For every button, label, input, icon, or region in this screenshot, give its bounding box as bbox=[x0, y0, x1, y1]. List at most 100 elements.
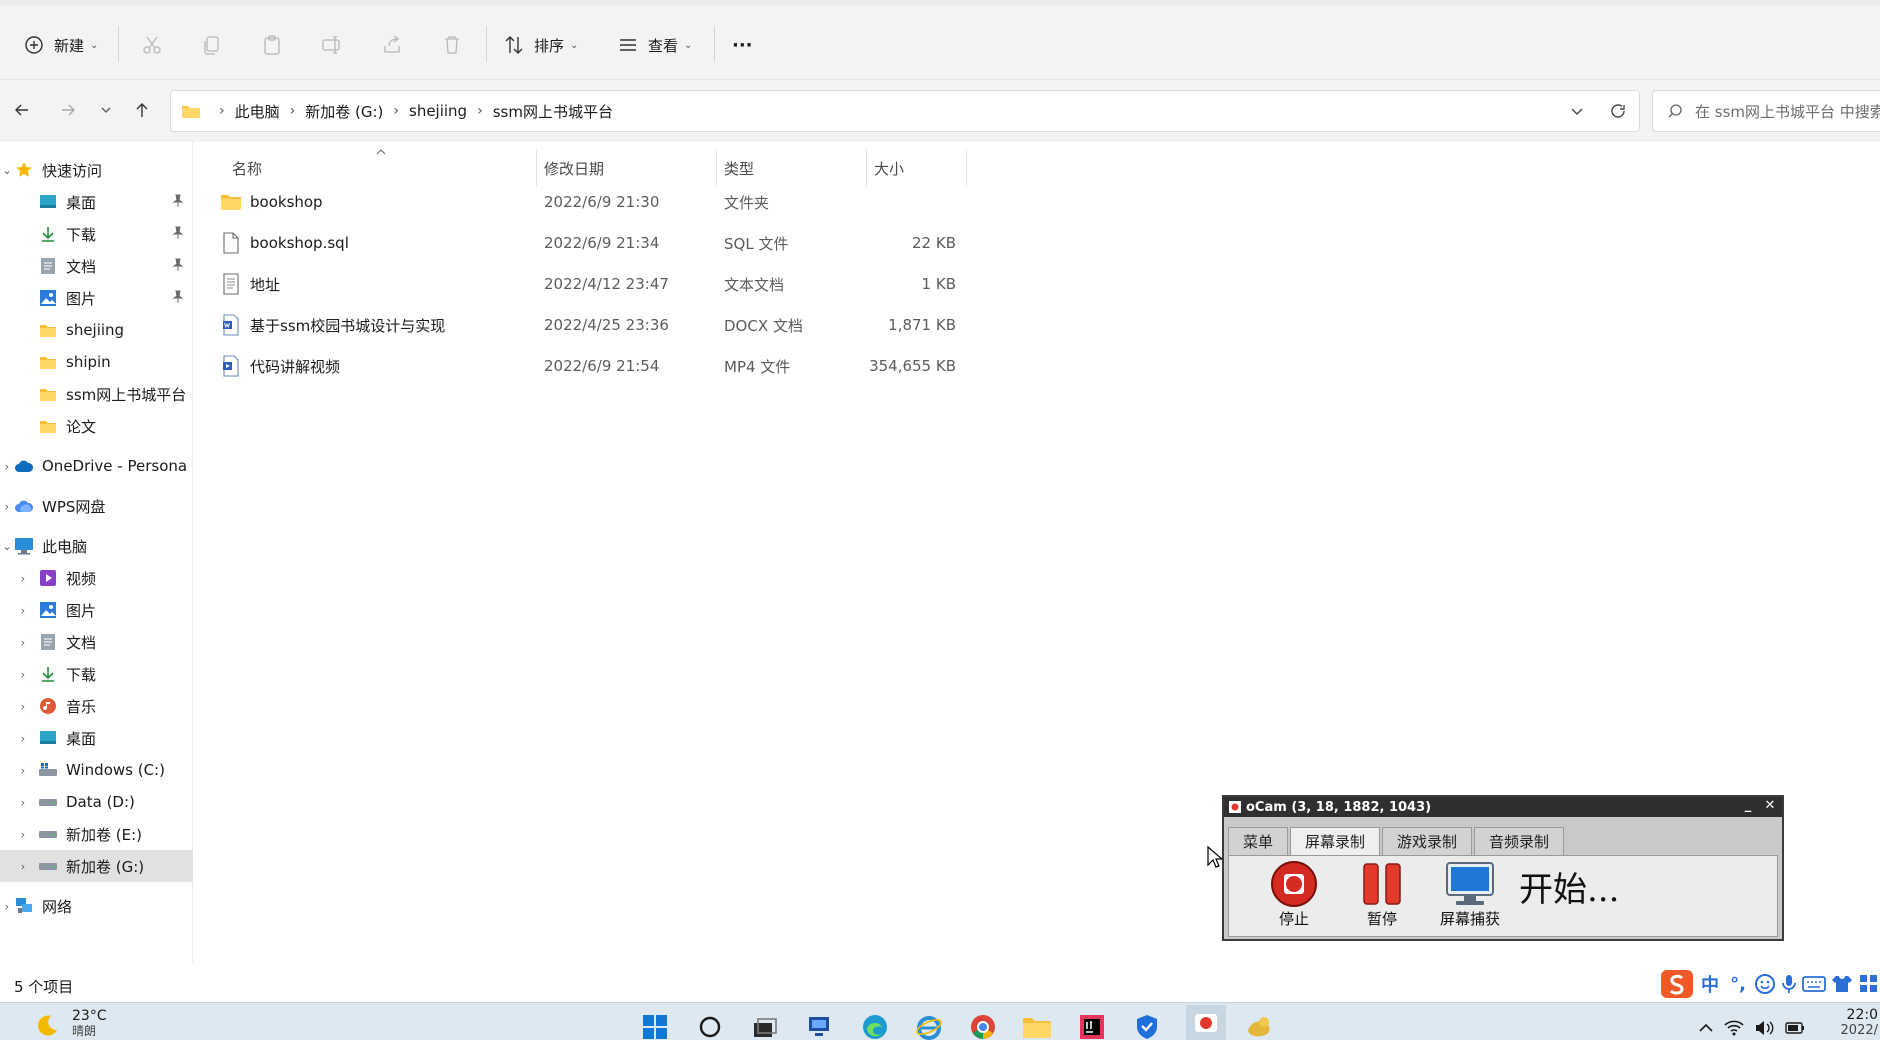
column-resizer[interactable] bbox=[966, 150, 967, 186]
paste-button[interactable] bbox=[260, 28, 284, 62]
chevron-right-icon[interactable]: › bbox=[16, 636, 30, 649]
battery-icon[interactable] bbox=[1784, 1020, 1806, 1036]
chevron-down-icon[interactable]: ⌄ bbox=[0, 164, 14, 177]
sidebar-item-drive-d[interactable]: › Data (D:) bbox=[0, 786, 193, 818]
task-view-button[interactable] bbox=[750, 1013, 780, 1040]
clock[interactable]: 22:0 2022/ bbox=[1830, 1007, 1878, 1039]
show-hidden-icons-chevron-icon[interactable] bbox=[1698, 1021, 1714, 1035]
sidebar-item-music[interactable]: › 音乐 bbox=[0, 690, 193, 722]
sidebar-item-shipin[interactable]: shipin bbox=[0, 346, 193, 378]
wifi-icon[interactable] bbox=[1724, 1020, 1744, 1036]
forward-button[interactable] bbox=[54, 96, 82, 124]
sidebar-item-drive-c[interactable]: › Windows (C:) bbox=[0, 754, 193, 786]
chevron-right-icon[interactable]: › bbox=[16, 732, 30, 745]
taskbar-app-file-explorer[interactable] bbox=[1022, 1013, 1052, 1040]
sidebar-onedrive[interactable]: › OneDrive - Persona bbox=[0, 450, 193, 482]
ocam-tab-menu[interactable]: 菜单 bbox=[1228, 827, 1289, 855]
refresh-icon[interactable] bbox=[1609, 102, 1627, 124]
skin-icon[interactable] bbox=[1830, 974, 1854, 994]
sidebar-item-desktop[interactable]: 桌面 bbox=[0, 186, 193, 218]
sidebar-item-pc-downloads[interactable]: › 下载 bbox=[0, 658, 193, 690]
ocam-window[interactable]: oCam (3, 18, 1882, 1043) _ ✕ 菜单 屏幕录制 游戏录… bbox=[1222, 795, 1784, 941]
file-row[interactable]: 地址 2022/4/12 23:47 文本文档 1 KB bbox=[200, 264, 980, 304]
taskbar-app-intellij[interactable] bbox=[1077, 1013, 1107, 1040]
file-row[interactable]: 基于ssm校园书城设计与实现 2022/4/25 23:36 DOCX 文档 1… bbox=[200, 305, 980, 345]
keyboard-icon[interactable] bbox=[1802, 975, 1826, 993]
ocam-pause-button[interactable]: 暂停 bbox=[1347, 860, 1417, 929]
chevron-right-icon[interactable]: › bbox=[16, 700, 30, 713]
chevron-right-icon[interactable]: › bbox=[16, 796, 30, 809]
microphone-icon[interactable] bbox=[1780, 973, 1798, 995]
chevron-right-icon[interactable]: › bbox=[0, 460, 14, 473]
sidebar-item-downloads[interactable]: 下载 bbox=[0, 218, 193, 250]
ocam-tab-audio-recording[interactable]: 音频录制 bbox=[1474, 827, 1565, 855]
sidebar-item-pc-documents[interactable]: › 文档 bbox=[0, 626, 193, 658]
taskbar-search-button[interactable] bbox=[695, 1013, 725, 1040]
column-header-date[interactable]: 修改日期 bbox=[544, 150, 604, 186]
file-row[interactable]: bookshop.sql 2022/6/9 21:34 SQL 文件 22 KB bbox=[200, 223, 980, 263]
ime-punctuation-toggle[interactable]: °, bbox=[1726, 974, 1750, 995]
sidebar-item-ssm-bookstore[interactable]: ssm网上书城平台 bbox=[0, 378, 193, 410]
chevron-right-icon[interactable]: › bbox=[16, 860, 30, 873]
breadcrumb-this-pc[interactable]: 此电脑 bbox=[235, 101, 280, 122]
chevron-right-icon[interactable]: › bbox=[16, 668, 30, 681]
sidebar-wps-drive[interactable]: › WPS网盘 bbox=[0, 490, 193, 522]
address-history-chevron-icon[interactable] bbox=[1569, 103, 1585, 123]
moon-weather-icon[interactable] bbox=[34, 1013, 60, 1040]
taskbar-app-edge[interactable] bbox=[860, 1013, 890, 1040]
breadcrumb-shejiing[interactable]: shejiing bbox=[409, 102, 467, 120]
more-options-button[interactable]: ··· bbox=[732, 28, 753, 62]
sidebar-item-drive-g[interactable]: › 新加卷 (G:) bbox=[0, 850, 193, 882]
sidebar-item-pictures[interactable]: 图片 bbox=[0, 282, 193, 314]
column-resizer[interactable] bbox=[716, 150, 717, 186]
new-button[interactable]: 新建 ⌄ bbox=[22, 28, 98, 62]
rename-button[interactable] bbox=[320, 28, 344, 62]
chevron-down-icon[interactable]: ⌄ bbox=[0, 540, 14, 553]
taskbar-app-chrome[interactable] bbox=[968, 1013, 998, 1040]
delete-button[interactable] bbox=[440, 28, 464, 62]
taskbar-app-security[interactable] bbox=[1132, 1013, 1162, 1040]
taskbar-app-ocam[interactable] bbox=[1186, 1005, 1226, 1040]
sidebar-item-thesis[interactable]: 论文 bbox=[0, 410, 193, 442]
column-header-type[interactable]: 类型 bbox=[724, 150, 754, 186]
chevron-right-icon[interactable]: › bbox=[16, 604, 30, 617]
close-button[interactable]: ✕ bbox=[1762, 798, 1778, 813]
volume-icon[interactable] bbox=[1754, 1020, 1774, 1036]
weather-widget[interactable]: 23°C 晴朗 bbox=[72, 1009, 107, 1039]
back-button[interactable] bbox=[8, 96, 36, 124]
ocam-title-bar[interactable]: oCam (3, 18, 1882, 1043) _ ✕ bbox=[1224, 797, 1782, 817]
sogou-logo-icon[interactable] bbox=[1660, 969, 1694, 999]
taskbar-app-network-tool[interactable] bbox=[805, 1013, 835, 1040]
column-header-name[interactable]: 名称 bbox=[232, 150, 262, 186]
sidebar-quick-access[interactable]: ⌄ 快速访问 bbox=[0, 154, 193, 186]
toolbox-icon[interactable] bbox=[1858, 973, 1880, 995]
ocam-tab-screen-recording[interactable]: 屏幕录制 bbox=[1290, 827, 1381, 855]
ocam-tab-game-recording[interactable]: 游戏录制 bbox=[1382, 827, 1473, 855]
taskbar-app-misc[interactable] bbox=[1244, 1013, 1274, 1040]
address-bar[interactable]: › 此电脑 › 新加卷 (G:) › shejiing › ssm网上书城平台 bbox=[170, 90, 1640, 132]
ocam-screen-capture-button[interactable]: 屏幕捕获 bbox=[1435, 860, 1505, 929]
sort-button[interactable]: 排序 ⌄ bbox=[502, 28, 578, 62]
sidebar-item-pc-pictures[interactable]: › 图片 bbox=[0, 594, 193, 626]
ime-language-toggle[interactable]: 中 bbox=[1698, 971, 1722, 997]
sidebar-item-pc-desktop[interactable]: › 桌面 bbox=[0, 722, 193, 754]
column-resizer[interactable] bbox=[866, 150, 867, 186]
column-header-size[interactable]: 大小 bbox=[874, 150, 904, 186]
cut-button[interactable] bbox=[140, 28, 164, 62]
chevron-right-icon[interactable]: › bbox=[16, 828, 30, 841]
sidebar-item-drive-e[interactable]: › 新加卷 (E:) bbox=[0, 818, 193, 850]
breadcrumb-current-folder[interactable]: ssm网上书城平台 bbox=[493, 101, 613, 122]
chevron-right-icon[interactable]: › bbox=[0, 900, 14, 913]
file-row[interactable]: bookshop 2022/6/9 21:30 文件夹 bbox=[200, 182, 980, 222]
share-button[interactable] bbox=[380, 28, 404, 62]
minimize-button[interactable]: _ bbox=[1740, 798, 1756, 813]
chevron-right-icon[interactable]: › bbox=[16, 764, 30, 777]
copy-button[interactable] bbox=[200, 28, 224, 62]
chevron-right-icon[interactable]: › bbox=[0, 500, 14, 513]
taskbar-app-ie[interactable] bbox=[914, 1013, 944, 1040]
sidebar-this-pc[interactable]: ⌄ 此电脑 bbox=[0, 530, 193, 562]
file-row[interactable]: 代码讲解视频 2022/6/9 21:54 MP4 文件 354,655 KB bbox=[200, 346, 980, 386]
start-button[interactable] bbox=[640, 1013, 670, 1040]
chevron-right-icon[interactable]: › bbox=[16, 572, 30, 585]
ocam-stop-button[interactable]: 停止 bbox=[1259, 860, 1329, 929]
